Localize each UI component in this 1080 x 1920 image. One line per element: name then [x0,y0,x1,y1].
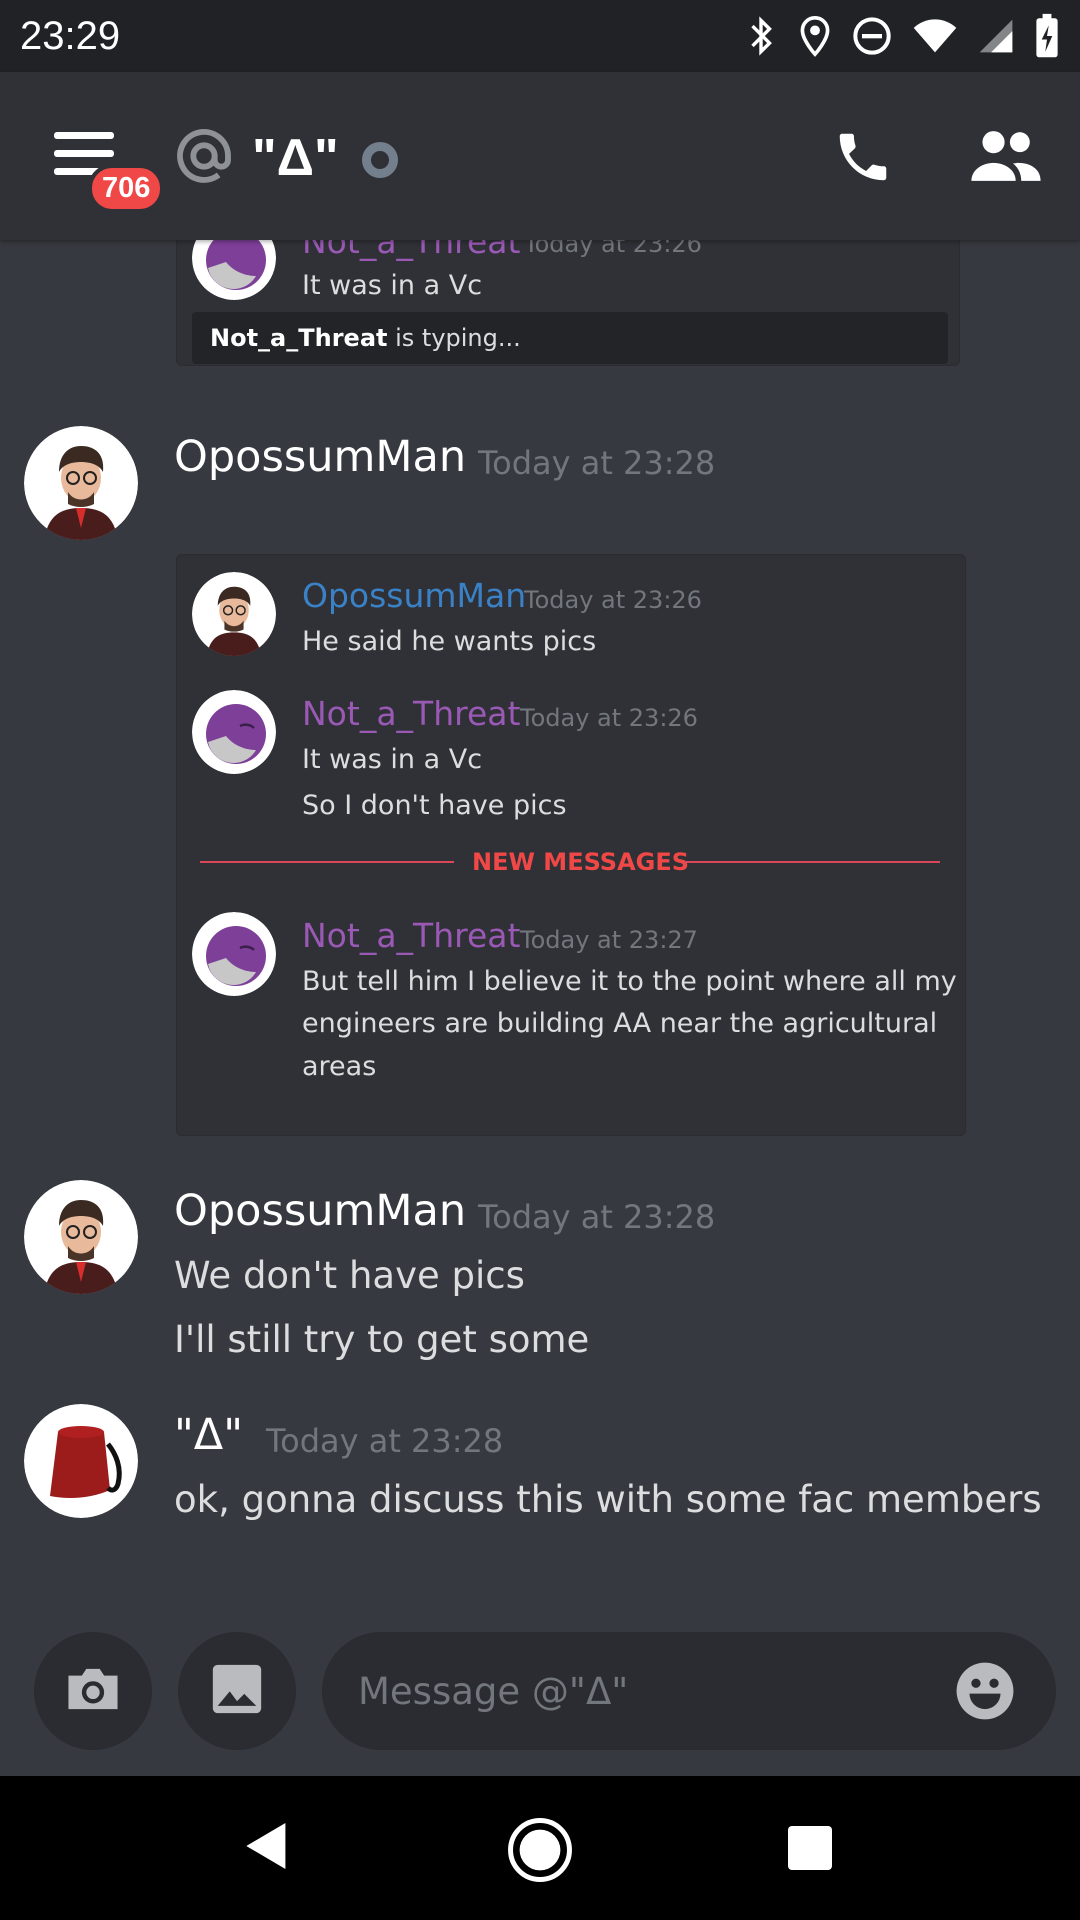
location-icon [798,15,832,57]
camera-icon [64,1664,122,1718]
message-author[interactable]: OpossumMan [174,432,466,482]
message-text: We don't have pics [174,1254,525,1297]
camera-button[interactable] [34,1632,152,1750]
offline-status-icon [362,142,398,178]
system-nav-bar [0,1776,1080,1920]
message-composer: Message @"Δ" [0,1624,1080,1774]
recent-apps-icon[interactable] [788,1826,832,1870]
battery-icon [1034,13,1060,59]
avatar[interactable] [192,572,276,656]
message-timestamp: Today at 23:27 [520,926,698,954]
new-messages-label: NEW MESSAGES [472,848,690,876]
image-icon [208,1660,266,1722]
message-text: areas [302,1051,377,1082]
status-icons [744,13,1060,59]
message-author[interactable]: Not_a_Threat [302,694,520,733]
message-text: It was in a Vc [302,744,483,775]
status-bar: 23:29 [0,0,1080,72]
message-timestamp: Today at 23:26 [524,586,702,614]
message-text: It was in a Vc [302,270,483,301]
back-icon[interactable] [244,1820,290,1876]
message-text: So I don't have pics [302,790,567,821]
message-timestamp: Today at 23:28 [478,444,716,482]
do-not-disturb-icon [852,16,892,56]
message-text: But tell him I believe it to the point w… [302,966,957,997]
home-icon[interactable] [506,1816,574,1888]
message-text: ok, gonna discuss this with some fac mem… [174,1478,1042,1521]
avatar[interactable] [192,690,276,774]
message-text: engineers are building AA near the agric… [302,1008,938,1039]
avatar[interactable] [24,1404,138,1518]
at-icon [172,124,236,192]
wifi-icon [912,18,958,54]
typing-indicator: Not_a_Threat is typing... [192,312,948,364]
message-author[interactable]: OpossumMan [174,1186,466,1236]
message-timestamp: Today at 23:28 [266,1422,504,1460]
signal-icon [978,18,1014,54]
new-messages-divider [200,861,454,863]
dm-recipient-name: "Δ" [252,129,339,187]
message-text: He said he wants pics [302,626,597,657]
avatar[interactable] [24,1180,138,1294]
message-author[interactable]: OpossumMan [302,576,526,615]
status-time: 23:29 [20,13,121,58]
phone-icon[interactable] [832,126,894,192]
emoji-icon[interactable] [954,1660,1016,1731]
bluetooth-icon [744,16,778,56]
members-icon[interactable] [970,128,1042,188]
unread-badge: 706 [88,164,165,213]
avatar[interactable] [24,426,138,540]
new-messages-divider [684,861,940,863]
channel-header: 706 "Δ" [0,72,1080,240]
message-author[interactable]: "Δ" [174,1410,243,1460]
image-button[interactable] [178,1632,296,1750]
message-input[interactable]: Message @"Δ" [322,1632,1056,1750]
typing-suffix: is typing... [387,324,521,352]
message-input-placeholder: Message @"Δ" [358,1670,629,1713]
message-timestamp: Today at 23:26 [520,704,698,732]
message-author[interactable]: Not_a_Threat [302,916,520,955]
message-timestamp: Today at 23:28 [478,1198,716,1236]
typing-user: Not_a_Threat [210,324,388,352]
avatar[interactable] [192,912,276,996]
message-text: I'll still try to get some [174,1318,590,1361]
